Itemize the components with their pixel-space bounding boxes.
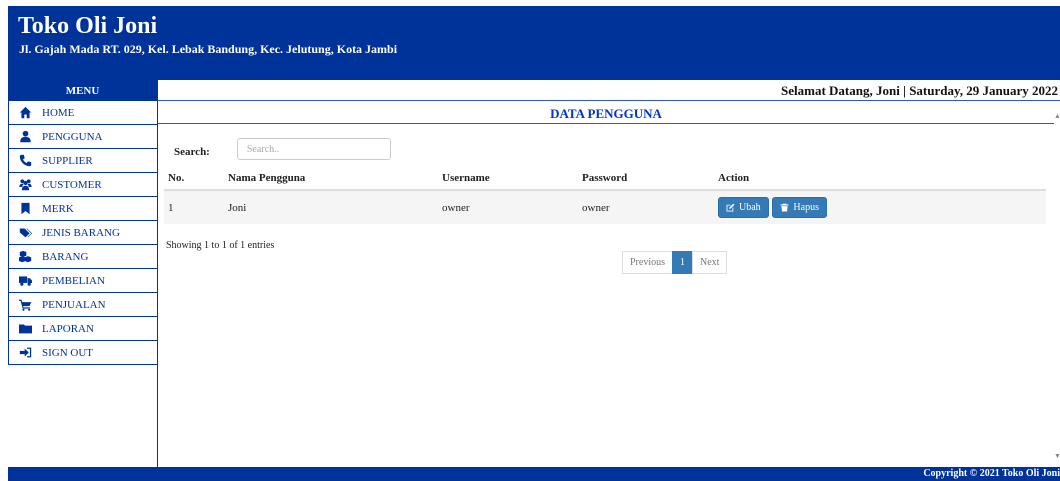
pagination-previous[interactable]: Previous: [622, 251, 673, 274]
scrollbar[interactable]: ▲ ▼: [1054, 102, 1060, 466]
sidebar-item-pengguna[interactable]: PENGGUNA: [8, 125, 157, 149]
delete-button[interactable]: Hapus: [772, 197, 827, 218]
page-title: DATA PENGGUNA: [158, 102, 1054, 124]
search-input[interactable]: [236, 138, 391, 160]
search-label: Search:: [174, 146, 210, 158]
user-icon: [18, 130, 32, 144]
app-title: Toko Oli Joni: [18, 13, 158, 39]
users-icon: [18, 178, 32, 192]
copyright-text: Copyright © 2021 Toko Oli Joni: [923, 468, 1060, 479]
menu-header: MENU: [8, 80, 157, 101]
sidebar-item-label: BARANG: [42, 250, 89, 263]
home-icon: [18, 106, 32, 120]
pagination-next[interactable]: Next: [692, 251, 728, 274]
delete-button-label: Hapus: [793, 202, 819, 213]
cell-action: Ubah Hapus: [714, 190, 1046, 224]
sidebar-item-merk[interactable]: MERK: [8, 197, 157, 221]
sidebar-item-barang[interactable]: BARANG: [8, 245, 157, 269]
sidebar-item-jenis-barang[interactable]: JENIS BARANG: [8, 221, 157, 245]
sidebar-item-penjualan[interactable]: PENJUALAN: [8, 293, 157, 317]
sidebar-item-pembelian[interactable]: PEMBELIAN: [8, 269, 157, 293]
trash-icon: [780, 203, 789, 212]
column-header-action: Action: [714, 166, 1046, 191]
edit-button[interactable]: Ubah: [718, 197, 769, 218]
sidebar-item-sign-out[interactable]: SIGN OUT: [8, 341, 157, 365]
pagination: Previous 1 Next: [622, 251, 728, 274]
cubes-icon: [18, 250, 32, 264]
users-table: No. Nama Pengguna Username Password Acti…: [164, 166, 1046, 224]
cart-icon: [18, 298, 32, 312]
table-header-row: No. Nama Pengguna Username Password Acti…: [164, 166, 1046, 191]
search-row: Search:: [174, 138, 391, 160]
sidebar-item-label: PENGGUNA: [42, 130, 103, 143]
sidebar-item-home[interactable]: HOME: [8, 101, 157, 125]
edit-button-label: Ubah: [739, 202, 761, 213]
sidebar-item-customer[interactable]: CUSTOMER: [8, 173, 157, 197]
bookmark-icon: [18, 202, 32, 216]
sidebar-item-label: LAPORAN: [42, 322, 94, 335]
column-header-no[interactable]: No.: [164, 166, 224, 191]
truck-icon: [18, 274, 32, 288]
welcome-text: Selamat Datang, Joni | Saturday, 29 Janu…: [781, 83, 1058, 98]
phone-icon: [18, 154, 32, 168]
tags-icon: [18, 226, 32, 240]
cell-no: 1: [164, 190, 224, 224]
cell-nama-pengguna: Joni: [224, 190, 438, 224]
column-header-password[interactable]: Password: [578, 166, 714, 191]
sign-out-icon: [18, 346, 32, 360]
column-header-nama-pengguna[interactable]: Nama Pengguna: [224, 166, 438, 191]
sidebar-item-label: SIGN OUT: [42, 346, 94, 359]
sidebar-item-supplier[interactable]: SUPPLIER: [8, 149, 157, 173]
scroll-down-arrow-icon[interactable]: ▼: [1054, 452, 1060, 460]
sidebar-item-label: SUPPLIER: [42, 154, 93, 167]
store-address: Jl. Gajah Mada RT. 029, Kel. Lebak Bandu…: [19, 42, 398, 56]
column-header-username[interactable]: Username: [438, 166, 578, 191]
main-content: DATA PENGGUNA Search: No. Nama Pengguna …: [158, 102, 1054, 466]
topbar: Selamat Datang, Joni | Saturday, 29 Janu…: [158, 80, 1060, 101]
scroll-up-arrow-icon[interactable]: ▲: [1054, 112, 1060, 120]
sidebar-item-label: PENJUALAN: [42, 298, 106, 311]
table-row: 1 Joni owner owner Ubah Hapus: [164, 190, 1046, 224]
footer: Copyright © 2021 Toko Oli Joni: [8, 467, 1060, 481]
folder-icon: [18, 322, 32, 336]
edit-icon: [726, 203, 735, 212]
sidebar-item-label: HOME: [42, 106, 75, 119]
sidebar-item-label: JENIS BARANG: [42, 226, 120, 239]
sidebar-item-label: CUSTOMER: [42, 178, 102, 191]
cell-username: owner: [438, 190, 578, 224]
sidebar-item-laporan[interactable]: LAPORAN: [8, 317, 157, 341]
cell-password: owner: [578, 190, 714, 224]
sidebar-item-label: PEMBELIAN: [42, 274, 105, 287]
sidebar: MENU HOME PENGGUNA SUPPLIER CUSTOMER MER…: [8, 80, 158, 468]
sidebar-item-label: MERK: [42, 202, 74, 215]
pagination-page[interactable]: 1: [672, 251, 693, 274]
table-info: Showing 1 to 1 of 1 entries: [166, 240, 275, 251]
